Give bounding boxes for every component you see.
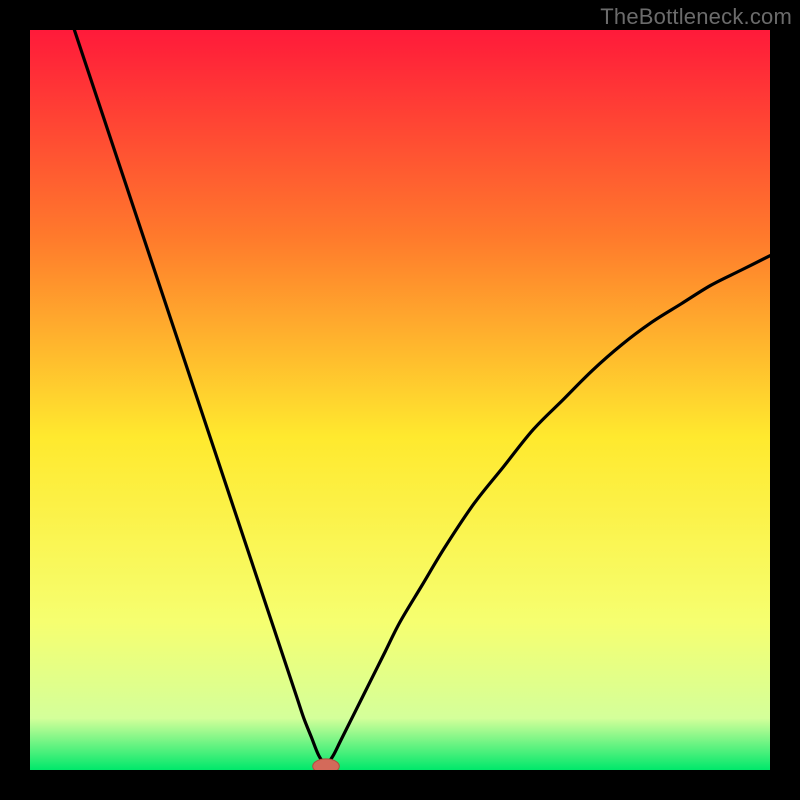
chart-svg <box>30 30 770 770</box>
minimum-marker <box>313 759 340 770</box>
gradient-background <box>30 30 770 770</box>
chart-frame: TheBottleneck.com <box>0 0 800 800</box>
watermark-text: TheBottleneck.com <box>600 4 792 30</box>
plot-area <box>30 30 770 770</box>
